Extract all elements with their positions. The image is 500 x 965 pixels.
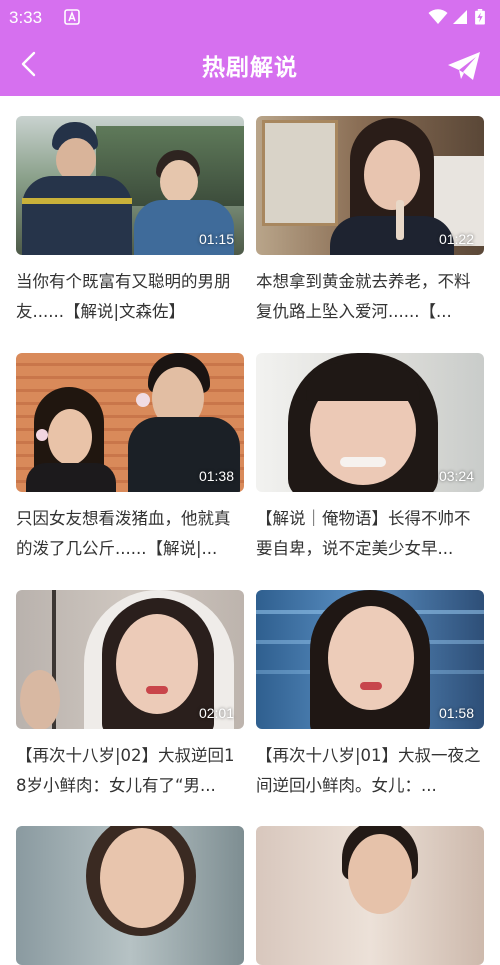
video-title[interactable]: 【解说｜俺物语】长得不帅不要自卑，说不定美少女早... (256, 504, 484, 564)
video-title[interactable]: 只因女友想看泼猪血，他就真的泼了几公斤......【解说|... (16, 504, 244, 564)
video-title[interactable]: 当你有个既富有又聪明的男朋友......【解说|文森佐】 (16, 267, 244, 327)
video-card[interactable]: 01:22 本想拿到黄金就去养老，不料复仇路上坠入爱河......【... (256, 116, 484, 327)
app-header: 3:33 热剧解说 (0, 0, 500, 96)
video-duration: 01:22 (438, 231, 474, 247)
video-card[interactable]: 01:15 当你有个既富有又聪明的男朋友......【解说|文森佐】 (16, 116, 244, 327)
video-thumbnail[interactable]: 01:22 (256, 116, 484, 255)
video-card[interactable]: 03:24 【解说｜俺物语】长得不帅不要自卑，说不定美少女早... (256, 353, 484, 564)
title-bar: 热剧解说 (0, 34, 500, 96)
status-time: 3:33 (9, 8, 43, 27)
signal-icon (453, 10, 467, 24)
video-thumbnail[interactable]: 01:58 (256, 590, 484, 729)
video-thumbnail[interactable]: 03:24 (256, 353, 484, 492)
video-duration: 01:38 (198, 468, 234, 484)
video-thumbnail[interactable]: 01:38 (16, 353, 244, 492)
video-card[interactable]: 02:01 【再次十八岁|02】大叔逆回18岁小鲜肉：女儿有了“男... (16, 590, 244, 801)
video-thumbnail[interactable]: 02:01 (16, 590, 244, 729)
video-title[interactable]: 本想拿到黄金就去养老，不料复仇路上坠入爱河......【... (256, 267, 484, 327)
video-card[interactable] (256, 826, 484, 965)
video-card[interactable] (16, 826, 244, 965)
video-thumbnail[interactable]: 01:15 (16, 116, 244, 255)
video-card[interactable]: 01:38 只因女友想看泼猪血，他就真的泼了几公斤......【解说|... (16, 353, 244, 564)
video-duration: 03:24 (438, 468, 474, 484)
status-bar: 3:33 (0, 0, 500, 34)
send-icon[interactable] (446, 48, 482, 84)
video-card[interactable]: 01:58 【再次十八岁|01】大叔一夜之间逆回小鲜肉。女儿：... (256, 590, 484, 801)
wifi-icon (428, 9, 448, 24)
page-title: 热剧解说 (202, 55, 298, 81)
app-notification-icon (64, 9, 80, 25)
video-duration: 02:01 (198, 705, 234, 721)
video-title[interactable]: 【再次十八岁|01】大叔一夜之间逆回小鲜肉。女儿：... (256, 741, 484, 801)
battery-icon (475, 9, 485, 25)
video-duration: 01:58 (438, 705, 474, 721)
video-thumbnail[interactable] (256, 826, 484, 965)
video-thumbnail[interactable] (16, 826, 244, 965)
video-duration: 01:15 (198, 231, 234, 247)
video-title[interactable]: 【再次十八岁|02】大叔逆回18岁小鲜肉：女儿有了“男... (16, 741, 244, 801)
